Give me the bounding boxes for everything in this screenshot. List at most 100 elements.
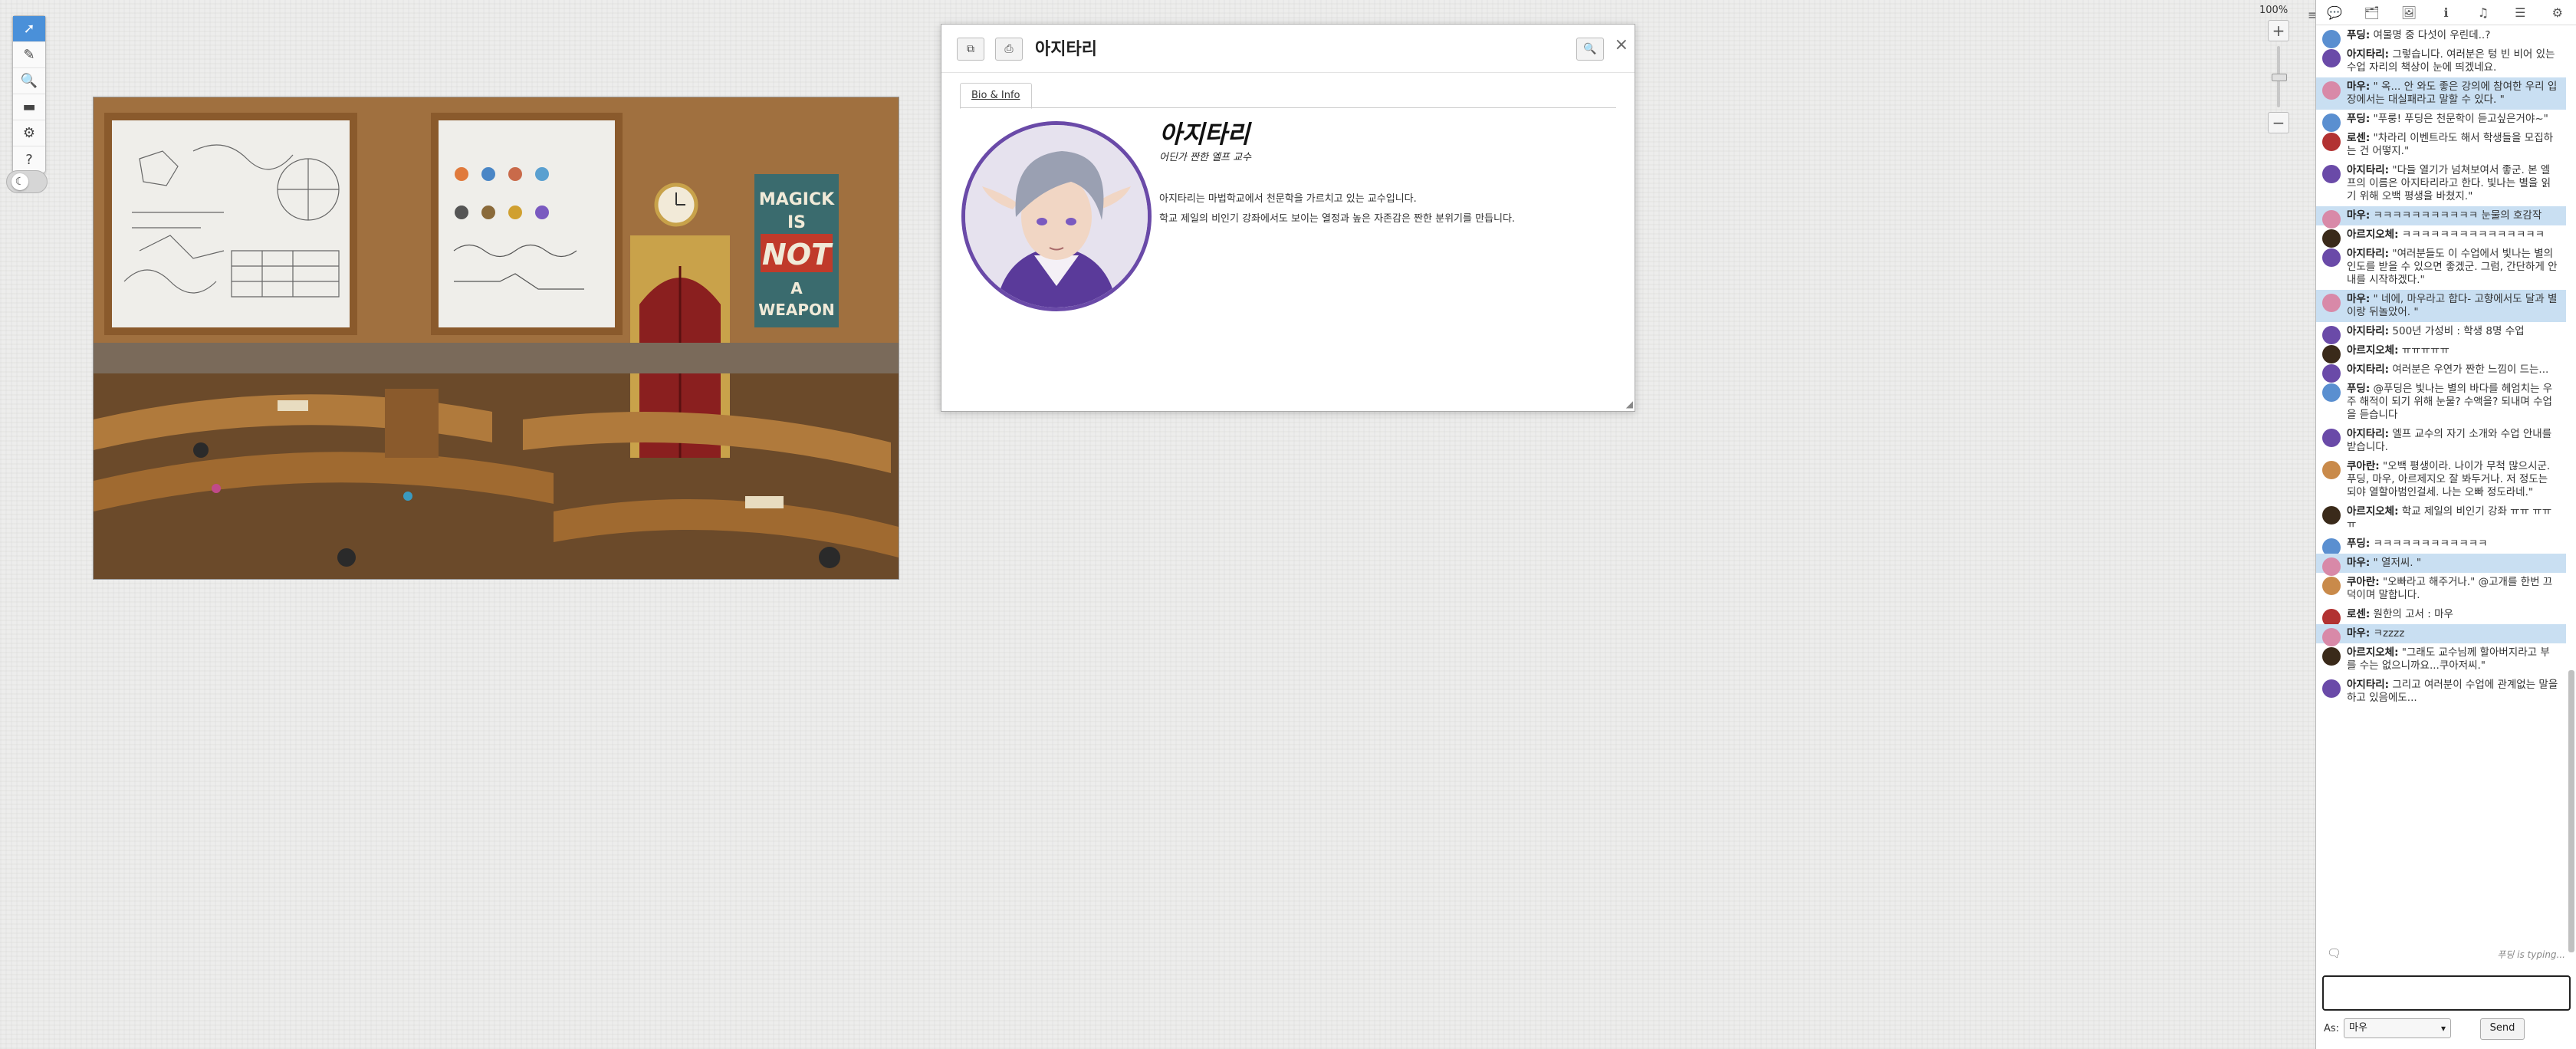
message-text: ㅠㅠㅠㅠㅠ xyxy=(2401,344,2450,357)
zoom-slider[interactable]: + − xyxy=(2268,20,2289,133)
poster-line-4: A xyxy=(790,279,803,298)
chat-message: 푸딩: @푸딩은 빛나는 별의 바다를 헤엄치는 우주 해적이 되기 위해 눈물… xyxy=(2316,380,2566,425)
message-author: 아지타리: xyxy=(2347,325,2390,337)
chat-message: 아지타리: "여러분들도 이 수업에서 빛나는 별의 인도를 받을 수 있으면 … xyxy=(2316,245,2566,290)
speaking-as-select[interactable]: 마우 ▾ xyxy=(2344,1018,2451,1038)
chat-message: 마우: " 옥... 안 와도 좋은 강의에 참여한 우리 입장에서는 대실패라… xyxy=(2316,77,2566,110)
dialog-title: 아지타리 xyxy=(1035,40,1097,59)
chat-message: 쿠아란: "오빠라고 해주거나." @고개를 한번 끄덕이며 말합니다. xyxy=(2316,573,2566,605)
moon-icon: ☾ xyxy=(12,173,28,190)
message-author: 아르지오체: xyxy=(2347,646,2399,659)
close-icon[interactable]: × xyxy=(1615,35,1628,54)
poster-line-1: MAGICK xyxy=(759,190,835,209)
chat-message: 아지타리: 여러분은 우연가 짠한 느낌이 드는... xyxy=(2316,360,2566,383)
jukebox-tab-icon[interactable]: ♫ xyxy=(2465,0,2502,25)
avatar[interactable] xyxy=(2322,383,2341,402)
poster-line-5: WEAPON xyxy=(758,301,835,319)
message-author: 마우: xyxy=(2347,557,2371,569)
avatar[interactable] xyxy=(2322,461,2341,479)
message-text: 원한의 고서 : 마우 xyxy=(2373,608,2453,620)
message-author: 쿠아란: xyxy=(2347,460,2380,472)
info-tab-icon[interactable]: ℹ xyxy=(2427,0,2464,25)
message-author: 마우: xyxy=(2347,627,2371,640)
message-author: 마우: xyxy=(2347,209,2371,222)
message-author: 아르지오체: xyxy=(2347,505,2399,518)
message-author: 푸딩: xyxy=(2347,383,2371,395)
zoom-in-button[interactable]: + xyxy=(2268,20,2289,41)
speaking-as-label: As: xyxy=(2324,1023,2340,1034)
zoom-track[interactable] xyxy=(2272,46,2287,107)
settings-tab-icon[interactable]: ⚙ xyxy=(2539,0,2576,25)
speaking-as-row: As: 마우 ▾ Send xyxy=(2322,1017,2570,1040)
message-text: " 네에, 마우라고 합다- 고향에서도 달과 별이랑 뒤놀았어. " xyxy=(2347,293,2558,318)
chat-tab-icon[interactable]: 💬 xyxy=(2316,0,2353,25)
message-author: 아지타리: xyxy=(2347,363,2390,376)
chat-input[interactable] xyxy=(2322,975,2571,1011)
avatar[interactable] xyxy=(2322,506,2341,524)
help-tool-icon[interactable]: ? xyxy=(13,146,45,173)
print-icon[interactable]: ⎙ xyxy=(995,38,1023,61)
message-text: ㅋㅋㅋㅋㅋㅋㅋㅋㅋㅋㅋ 눈물의 호감작 xyxy=(2373,209,2542,222)
zoom-level-label: 100% xyxy=(2259,5,2288,16)
measure-tool-icon[interactable]: ▬ xyxy=(13,94,45,120)
tab-bio-info[interactable]: Bio & Info xyxy=(960,83,1032,109)
search-icon[interactable]: 🔍 xyxy=(1576,38,1604,61)
zoom-thumb[interactable] xyxy=(2272,74,2287,81)
resize-handle-icon[interactable]: ◢ xyxy=(1626,399,1633,409)
message-author: 아지타리: xyxy=(2347,428,2390,440)
select-tool-icon[interactable]: ➚ xyxy=(13,16,45,42)
message-text: 여러분은 우연가 짠한 느낌이 드는... xyxy=(2392,363,2549,376)
avatar[interactable] xyxy=(2322,133,2341,151)
chat-message: 쿠아란: "오백 평생이라. 나이가 무척 많으시군. 푸딩, 마우, 아르제지… xyxy=(2316,457,2566,502)
chat-message: 아지타리: 그리고 여러분이 수업에 관계없는 말을 하고 있음에도... xyxy=(2316,676,2566,708)
tab-bio-info-label: Bio & Info xyxy=(971,90,1020,101)
tokens-tool-icon[interactable]: ⚙ xyxy=(13,120,45,146)
avatar[interactable] xyxy=(2322,577,2341,595)
avatar[interactable] xyxy=(2322,248,2341,267)
chat-message: 아르지오체: ㅋㅋㅋㅋㅋㅋㅋㅋㅋㅋㅋㅋㅋㅋㅋ xyxy=(2316,225,2566,248)
message-author: 푸딩: xyxy=(2347,538,2371,550)
avatar[interactable] xyxy=(2322,81,2341,100)
draw-tool-icon[interactable]: ✎ xyxy=(13,42,45,68)
send-button[interactable]: Send xyxy=(2480,1018,2525,1040)
tabletop-canvas[interactable]: ➚ ✎ 🔍 ▬ ⚙ ? ☾ MAGICK IS NOT A WEAPON 100… xyxy=(0,0,2315,1049)
chat-message: 마우: ㅋzzzz xyxy=(2316,624,2566,646)
message-text: "푸룽! 푸딩은 천문학이 듣고싶은거야~" xyxy=(2373,113,2548,125)
avatar[interactable] xyxy=(2322,679,2341,698)
message-author: 아지타리: xyxy=(2347,248,2390,260)
message-text: ㅋㅋㅋㅋㅋㅋㅋㅋㅋㅋㅋㅋㅋㅋㅋ xyxy=(2401,229,2545,241)
message-text: ㅋㅋㅋㅋㅋㅋㅋㅋㅋㅋㅋㅋ xyxy=(2373,538,2488,550)
avatar[interactable] xyxy=(2322,429,2341,447)
chat-message: 마우: ㅋㅋㅋㅋㅋㅋㅋㅋㅋㅋㅋ 눈물의 호감작 xyxy=(2316,206,2566,229)
speaking-as-value: 마우 xyxy=(2349,1022,2367,1034)
chat-message: 푸딩: 여물명 중 다섯이 우린데..? xyxy=(2316,26,2566,48)
typing-indicator-row: 🗨 푸딩 is typing... xyxy=(2316,945,2576,963)
message-author: 아르지오체: xyxy=(2347,229,2399,241)
copy-icon[interactable]: ⧉ xyxy=(957,38,984,61)
art-library-tab-icon[interactable]: 🗂 xyxy=(2353,0,2390,25)
collections-tab-icon[interactable]: ☰ xyxy=(2502,0,2538,25)
journal-tab-icon[interactable]: 🖼 xyxy=(2390,0,2427,25)
chat-message: 아지타리: 그렇습니다. 여러분은 텅 빈 비어 있는 수업 자리의 책상이 눈… xyxy=(2316,45,2566,77)
chat-message: 로센: 원한의 고서 : 마우 xyxy=(2316,605,2566,627)
avatar[interactable] xyxy=(2322,647,2341,666)
message-author: 푸딩: xyxy=(2347,29,2371,41)
message-text: " 옥... 안 와도 좋은 강의에 참여한 우리 입장에서는 대실패라고 말할… xyxy=(2347,81,2558,106)
chat-message: 마우: " 열저씨. " xyxy=(2316,554,2566,576)
message-author: 아지타리: xyxy=(2347,48,2390,61)
tool-palette: ➚ ✎ 🔍 ▬ ⚙ ? xyxy=(12,15,46,173)
zoom-out-button[interactable]: − xyxy=(2268,112,2289,133)
chat-message: 아르지오체: ㅠㅠㅠㅠㅠ xyxy=(2316,341,2566,363)
classroom-map-image[interactable]: MAGICK IS NOT A WEAPON xyxy=(93,97,899,580)
chat-scroll-thumb[interactable] xyxy=(2568,670,2574,952)
dialog-header: ⧉ ⎙ 아지타리 🔍 × xyxy=(941,25,1635,73)
zoom-tool-icon[interactable]: 🔍 xyxy=(13,68,45,94)
chat-sidebar: 💬 🗂 🖼 ℹ ♫ ☰ ⚙ 푸딩: 여물명 중 다섯이 우린데..? 아지타리: … xyxy=(2315,0,2576,1049)
chat-scrollbar[interactable] xyxy=(2568,31,2574,966)
avatar[interactable] xyxy=(2322,165,2341,183)
dark-mode-toggle[interactable]: ☾ xyxy=(6,170,48,193)
avatar[interactable] xyxy=(2322,294,2341,312)
avatar[interactable] xyxy=(2322,49,2341,67)
chat-log[interactable]: 푸딩: 여물명 중 다섯이 우린데..? 아지타리: 그렇습니다. 여러분은 텅 … xyxy=(2316,26,2566,966)
message-author: 마우: xyxy=(2347,81,2371,93)
